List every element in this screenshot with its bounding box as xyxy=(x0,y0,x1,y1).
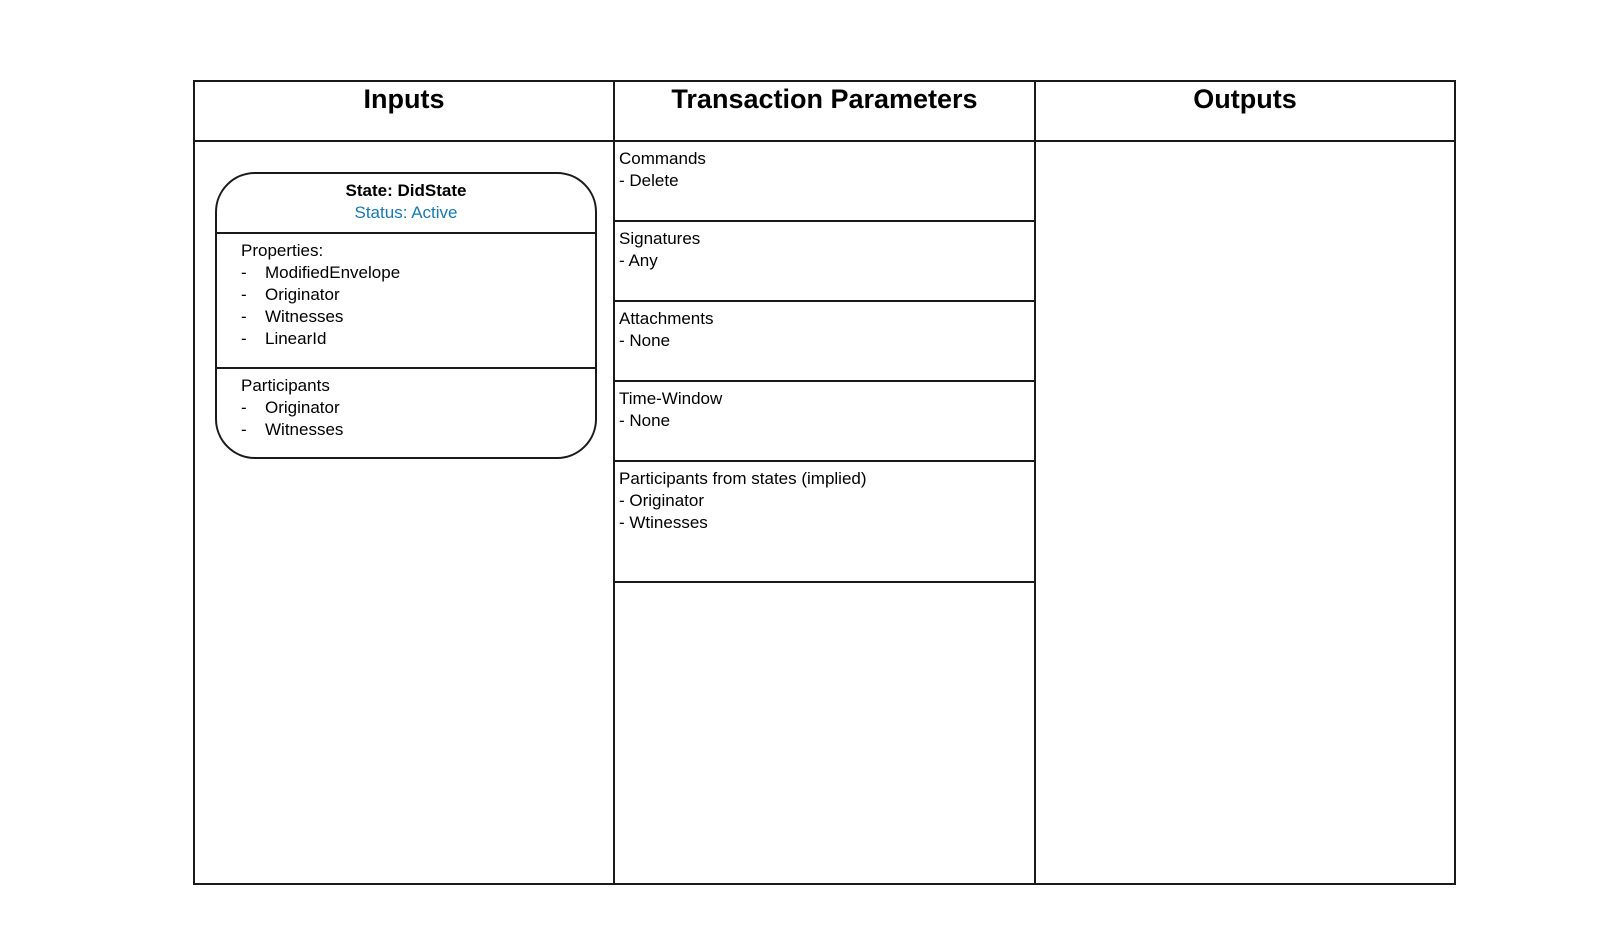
param-item: - Originator xyxy=(619,491,705,510)
state-header: State: DidState Status: Active xyxy=(217,174,595,234)
state-properties: Properties: - ModifiedEnvelope - Originato… xyxy=(217,234,595,369)
properties-label: Properties: xyxy=(241,241,324,260)
inputs-header: Inputs xyxy=(195,82,613,142)
state-title: State: DidState xyxy=(345,181,467,200)
participant-text: Witnesses xyxy=(265,420,344,439)
state-card: State: DidState Status: Active Propertie… xyxy=(215,172,597,459)
participant-item: - Witnesses xyxy=(241,419,595,441)
property-text: ModifiedEnvelope xyxy=(265,263,401,282)
inputs-column: Inputs State: DidState Status: Active Pr… xyxy=(193,80,615,885)
property-text: Originator xyxy=(265,285,340,304)
param-commands: Commands - Delete xyxy=(615,142,1034,222)
participant-text: Originator xyxy=(265,398,340,417)
property-text: Witnesses xyxy=(265,307,344,326)
param-signatures: Signatures - Any xyxy=(615,222,1034,302)
state-participants: Participants - Originator - Witnesses xyxy=(217,369,595,441)
bullet-dash: - xyxy=(241,329,247,348)
param-label: Time-Window xyxy=(619,389,723,408)
param-label: Commands xyxy=(619,149,706,168)
bullet-dash: - xyxy=(241,285,247,304)
bullet-dash: - xyxy=(241,263,247,282)
property-item: - Witnesses xyxy=(241,306,595,328)
param-time-window: Time-Window - None xyxy=(615,382,1034,462)
bullet-dash: - xyxy=(241,420,247,439)
property-item: - Originator xyxy=(241,284,595,306)
param-attachments: Attachments - None xyxy=(615,302,1034,382)
params-column: Transaction Parameters Commands - Delete… xyxy=(613,80,1036,885)
param-item: - None xyxy=(619,411,671,430)
outputs-column: Outputs xyxy=(1034,80,1456,885)
params-header: Transaction Parameters xyxy=(615,82,1034,142)
participants-label: Participants xyxy=(241,376,330,395)
property-item: - ModifiedEnvelope xyxy=(241,262,595,284)
outputs-header: Outputs xyxy=(1036,82,1454,142)
param-item: - None xyxy=(619,331,671,350)
property-item: - LinearId xyxy=(241,328,595,350)
param-item: - Delete xyxy=(619,171,679,190)
state-status: Status: Active xyxy=(354,203,458,222)
param-label: Attachments xyxy=(619,309,714,328)
bullet-dash: - xyxy=(241,398,247,417)
bullet-dash: - xyxy=(241,307,247,326)
param-label: Signatures xyxy=(619,229,701,248)
param-label: Participants from states (implied) xyxy=(619,469,867,488)
participant-item: - Originator xyxy=(241,397,595,419)
param-item: - Wtinesses xyxy=(619,513,708,532)
param-participants: Participants from states (implied) - Ori… xyxy=(615,462,1034,583)
param-item: - Any xyxy=(619,251,658,270)
property-text: LinearId xyxy=(265,329,327,348)
